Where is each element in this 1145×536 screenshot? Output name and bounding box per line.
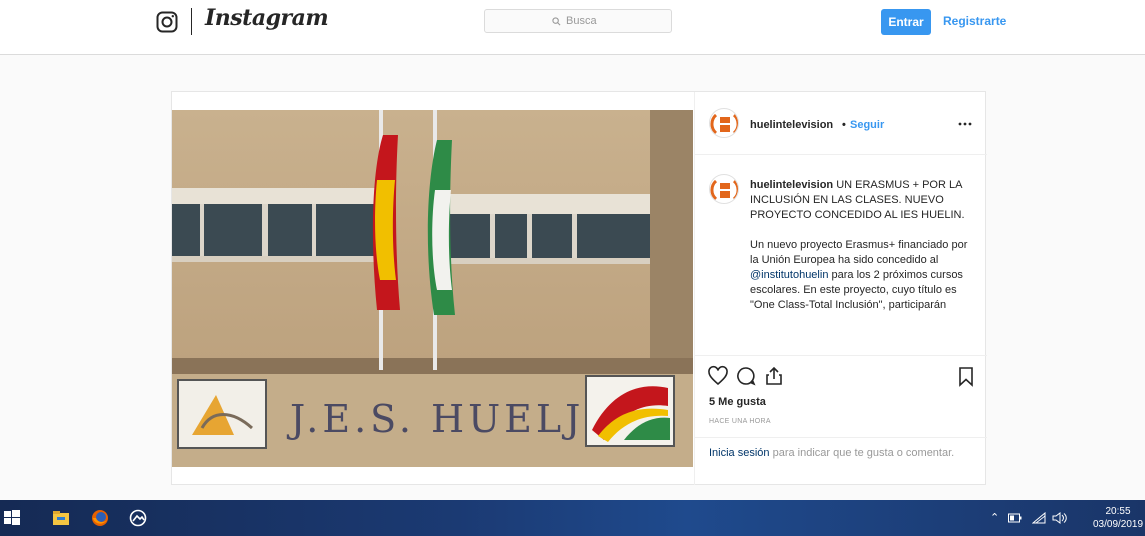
login-link[interactable]: Inicia sesión bbox=[709, 447, 770, 459]
post-actions: 5 Me gusta HACE UNA HORA bbox=[695, 355, 987, 437]
system-clock[interactable]: 20:55 03/09/2019 bbox=[1093, 505, 1143, 531]
school-facade-image: J.E.S. HUELJN bbox=[172, 110, 693, 467]
clock-time: 20:55 bbox=[1105, 506, 1131, 517]
post-photo[interactable]: J.E.S. HUELJN bbox=[172, 110, 693, 467]
caption-body-start: Un nuevo proyecto Erasmus+ financiado po… bbox=[750, 239, 968, 266]
top-nav-bar: Instagram Entrar Registrarte bbox=[0, 0, 1145, 55]
battery-icon[interactable] bbox=[1008, 513, 1022, 523]
caption-username[interactable]: huelintelevision bbox=[750, 179, 833, 191]
huelin-tv-logo-icon bbox=[710, 177, 738, 203]
volume-icon[interactable] bbox=[1052, 512, 1068, 524]
login-button[interactable]: Entrar bbox=[881, 9, 931, 35]
share-icon[interactable] bbox=[763, 365, 785, 387]
huelin-tv-logo-icon bbox=[710, 111, 738, 137]
wifi-icon[interactable] bbox=[1032, 512, 1046, 524]
post-card: J.E.S. HUELJN huelintelevision • Seguir bbox=[171, 91, 987, 485]
more-options-icon[interactable] bbox=[957, 118, 973, 130]
header-divider bbox=[191, 8, 192, 35]
avatar[interactable] bbox=[709, 108, 739, 138]
search-box[interactable] bbox=[484, 9, 672, 33]
separator-dot: • bbox=[842, 119, 846, 131]
likes-count[interactable]: 5 Me gusta bbox=[709, 396, 766, 408]
comment-icon[interactable] bbox=[735, 365, 757, 387]
login-prompt: Inicia sesión para indicar que te gusta … bbox=[695, 437, 987, 485]
start-icon[interactable] bbox=[4, 510, 20, 526]
instagram-camera-icon[interactable] bbox=[156, 11, 178, 33]
bookmark-icon[interactable] bbox=[955, 365, 977, 387]
photos-icon[interactable] bbox=[129, 509, 147, 527]
post-caption: huelintelevision UN ERASMUS + POR LA INC… bbox=[750, 178, 970, 328]
clock-date: 03/09/2019 bbox=[1093, 519, 1144, 530]
avatar[interactable] bbox=[709, 174, 739, 204]
follow-button[interactable]: Seguir bbox=[850, 119, 884, 131]
heart-icon[interactable] bbox=[707, 365, 729, 387]
login-prompt-text: para indicar que te gusta o comentar. bbox=[769, 447, 955, 459]
school-sign-text: J.E.S. HUELJN bbox=[286, 397, 622, 441]
mention-link[interactable]: @institutohuelin bbox=[750, 269, 828, 281]
caption-area: huelintelevision UN ERASMUS + POR LA INC… bbox=[695, 156, 987, 354]
search-icon bbox=[552, 16, 561, 25]
file-explorer-icon[interactable] bbox=[52, 509, 70, 527]
firefox-icon[interactable] bbox=[91, 509, 109, 527]
search-input[interactable] bbox=[566, 15, 604, 27]
chevron-up-icon[interactable]: ⌃ bbox=[990, 511, 999, 524]
windows-taskbar: ⌃ bbox=[0, 500, 1145, 536]
signup-link[interactable]: Registrarte bbox=[943, 14, 1006, 28]
post-side-panel: huelintelevision • Seguir huelintelevisi… bbox=[694, 92, 987, 485]
instagram-wordmark[interactable]: Instagram bbox=[205, 5, 329, 31]
post-timestamp: HACE UNA HORA bbox=[709, 418, 771, 425]
post-header: huelintelevision • Seguir bbox=[695, 92, 987, 155]
post-author-username[interactable]: huelintelevision bbox=[750, 119, 833, 131]
